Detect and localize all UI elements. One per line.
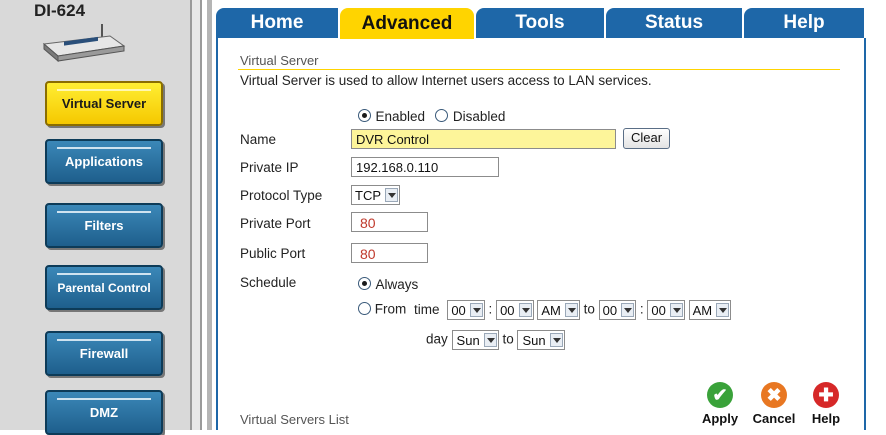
from-hour-value: 00 <box>451 302 466 318</box>
divider <box>190 0 202 430</box>
chevron-down-icon <box>716 303 730 317</box>
sidebar-item-firewall[interactable]: Firewall <box>45 331 163 376</box>
name-label: Name <box>240 132 277 147</box>
always-label: Always <box>375 277 419 292</box>
chevron-down-icon <box>621 303 635 317</box>
schedule-day-row: day Sun to Sun <box>426 330 565 350</box>
sidebar-item-applications[interactable]: Applications <box>45 139 163 184</box>
private-port-label: Private Port <box>240 216 311 231</box>
section-underline <box>238 69 840 70</box>
private-port-input[interactable]: 80 <box>351 212 428 232</box>
to-hour-select[interactable]: 00 <box>598 300 637 320</box>
chevron-down-icon <box>469 303 483 317</box>
protocol-value: TCP <box>355 187 381 203</box>
to-hour-value: 00 <box>602 302 618 318</box>
private-ip-label: Private IP <box>240 160 299 175</box>
to-ampm-value: AM <box>692 302 713 318</box>
sidebar-item-dmz[interactable]: DMZ <box>45 390 163 435</box>
help-label: Help <box>811 411 841 426</box>
section-title: Virtual Server <box>240 53 319 68</box>
protocol-select[interactable]: TCP <box>351 185 400 205</box>
sidebar-item-parental-control[interactable]: Parental Control <box>45 265 163 310</box>
day-label: day <box>426 331 448 347</box>
to-ampm-select[interactable]: AM <box>688 300 732 320</box>
from-hour-select[interactable]: 00 <box>447 300 485 320</box>
tab-help[interactable]: Help <box>744 8 864 38</box>
disabled-label: Disabled <box>452 109 506 124</box>
name-input[interactable]: DVR Control <box>351 129 616 149</box>
chevron-down-icon <box>669 303 683 317</box>
cancel-button[interactable]: ✖ Cancel <box>745 382 803 426</box>
help-button[interactable]: ✚ Help <box>806 382 846 426</box>
private-ip-input[interactable]: 192.168.0.110 <box>351 157 499 177</box>
colon-separator: : <box>488 301 493 317</box>
disabled-radio[interactable] <box>435 109 449 122</box>
to-day-value: Sun <box>522 332 546 348</box>
chevron-down-icon <box>549 333 563 347</box>
schedule-always-option: Always <box>358 276 418 294</box>
router-image <box>42 24 126 62</box>
to-day-select[interactable]: Sun <box>517 330 565 350</box>
divider-shadow <box>207 0 212 430</box>
clear-button[interactable]: Clear <box>623 128 671 149</box>
to-minute-select[interactable]: 00 <box>647 300 685 320</box>
colon-separator: : <box>639 301 644 317</box>
public-port-label: Public Port <box>240 246 306 261</box>
cancel-x-icon: ✖ <box>761 382 787 408</box>
from-ampm-value: AM <box>541 302 561 318</box>
from-day-select[interactable]: Sun <box>451 330 499 350</box>
tab-advanced[interactable]: Advanced <box>340 8 474 39</box>
chevron-down-icon <box>518 303 532 317</box>
schedule-from-row: From time 00 : 00 AM to 00 : 00 AM <box>358 300 732 320</box>
schedule-label: Schedule <box>240 275 297 290</box>
content-panel <box>216 38 866 430</box>
apply-label: Apply <box>701 411 739 426</box>
from-label: From <box>374 301 407 317</box>
day-to-label: to <box>502 331 514 347</box>
enabled-radio[interactable] <box>358 109 371 122</box>
always-radio[interactable] <box>358 277 371 290</box>
time-label: time <box>414 301 440 317</box>
sidebar-item-filters[interactable]: Filters <box>45 203 163 248</box>
to-label: to <box>583 301 595 317</box>
from-minute-select[interactable]: 00 <box>496 300 534 320</box>
sidebar-item-virtual-server[interactable]: Virtual Server <box>45 81 163 126</box>
virtual-servers-list-title: Virtual Servers List <box>240 412 349 427</box>
from-radio[interactable] <box>358 301 371 315</box>
from-minute-value: 00 <box>500 302 515 318</box>
protocol-label: Protocol Type <box>240 188 323 203</box>
tab-tools[interactable]: Tools <box>476 8 604 38</box>
apply-button[interactable]: ✔ Apply <box>697 382 743 426</box>
enable-radio-group: Enabled Disabled <box>358 108 505 126</box>
to-minute-value: 00 <box>651 302 666 318</box>
section-description: Virtual Server is used to allow Internet… <box>240 73 652 88</box>
sidebar: DI-624 Virtual Server Applications Filte… <box>0 0 192 435</box>
from-ampm-select[interactable]: AM <box>537 300 580 320</box>
enabled-label: Enabled <box>375 109 425 124</box>
top-tabs: Home Advanced Tools Status Help <box>216 8 864 39</box>
checkmark-icon: ✔ <box>707 382 733 408</box>
chevron-down-icon <box>564 303 578 317</box>
chevron-down-icon <box>483 333 497 347</box>
tab-status[interactable]: Status <box>606 8 742 38</box>
chevron-down-icon <box>385 188 398 202</box>
tab-home[interactable]: Home <box>216 8 338 38</box>
plus-help-icon: ✚ <box>813 382 839 408</box>
public-port-input[interactable]: 80 <box>351 243 428 263</box>
device-model-label: DI-624 <box>34 1 86 20</box>
cancel-label: Cancel <box>752 411 796 426</box>
from-day-value: Sun <box>456 332 480 348</box>
